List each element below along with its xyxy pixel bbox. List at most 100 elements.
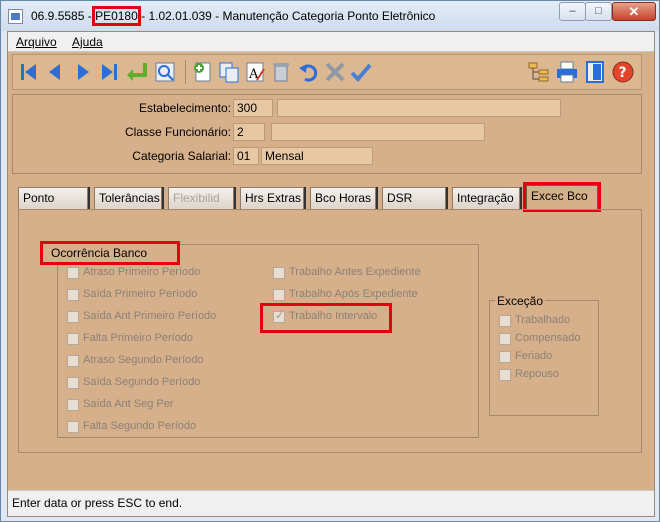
checkbox-label: Trabalhado xyxy=(515,314,571,326)
title-program-code: PE0180 xyxy=(92,6,141,26)
tab-divider xyxy=(376,187,378,209)
excecao-group-title: Exceção xyxy=(495,294,546,308)
checkbox-box xyxy=(67,333,79,345)
categoria-desc-input: Mensal xyxy=(261,147,373,165)
last-icon[interactable] xyxy=(97,60,121,84)
tab-divider xyxy=(162,187,164,209)
checkbox-box xyxy=(499,351,511,363)
menu-bar: Arquivo Ajuda xyxy=(8,32,654,52)
tab-divider xyxy=(234,187,236,209)
ocorrencia-group-title: Ocorrência Banco xyxy=(40,241,180,265)
zoom-icon[interactable] xyxy=(153,60,177,84)
app-window: 06.9.5585 - PE0180 - 1.02.01.039 - Manut… xyxy=(0,0,660,522)
tab-divider xyxy=(446,187,448,209)
checkbox-label: Feriado xyxy=(515,350,553,362)
checkbox-trabalho-intervalo[interactable]: Trabalho Intervalo xyxy=(260,303,392,333)
checkbox-label: Trabalho Após Expediente xyxy=(289,288,418,300)
checkbox-box xyxy=(67,355,79,367)
checkbox-label: Trabalho Antes Expediente xyxy=(289,266,421,278)
checkbox-box xyxy=(273,267,285,279)
estabelecimento-code-input[interactable]: 300 xyxy=(233,99,273,117)
checkbox-box xyxy=(67,311,79,323)
checkbox-label: Compensado xyxy=(515,332,581,344)
checkbox-box xyxy=(273,289,285,301)
checkbox-label: Repouso xyxy=(515,368,560,380)
window-title: 06.9.5585 - PE0180 - 1.02.01.039 - Manut… xyxy=(31,6,436,26)
svg-text:?: ? xyxy=(619,65,627,81)
title-version: 06.9.5585 - xyxy=(31,9,92,23)
tab-strip: Ponto Tolerâncias Flexibilid Hrs Extras … xyxy=(18,182,644,212)
tab-divider xyxy=(304,187,306,209)
checkbox-label: Atraso Segundo Período xyxy=(83,354,204,366)
checkbox-label: Saída Primeiro Período xyxy=(83,288,198,300)
title-description: - 1.02.01.039 - Manutenção Categoria Pon… xyxy=(141,9,436,23)
checkbox-label: Saída Segundo Período xyxy=(83,376,201,388)
tab-label: Ponto xyxy=(23,191,55,205)
checkbox-box xyxy=(499,333,511,345)
status-bar: Enter data or press ESC to end. xyxy=(8,490,654,516)
tab-label: Bco Horas xyxy=(315,191,372,205)
tab-panel-excec-bco: Ocorrência Banco Atraso Primeiro Período… xyxy=(18,209,642,453)
copy-icon[interactable] xyxy=(217,60,241,84)
tab-bco-horas[interactable]: Bco Horas xyxy=(310,187,376,209)
cancel-icon[interactable] xyxy=(323,60,347,84)
delete-icon[interactable] xyxy=(269,60,293,84)
maximize-icon: □ xyxy=(595,5,602,17)
close-icon: ✕ xyxy=(628,4,640,19)
menu-arquivo[interactable]: Arquivo xyxy=(16,35,57,49)
categoria-label: Categoria Salarial: xyxy=(132,149,231,163)
edit-icon[interactable]: A xyxy=(243,60,267,84)
minimize-button[interactable]: – xyxy=(559,2,586,21)
tab-ponto[interactable]: Ponto xyxy=(18,187,88,209)
save-icon[interactable] xyxy=(349,60,373,84)
tab-label: Flexibilid xyxy=(173,191,220,205)
checkbox-box xyxy=(499,369,511,381)
close-button[interactable]: ✕ xyxy=(612,2,656,21)
print-icon[interactable] xyxy=(555,60,579,84)
classe-code-input[interactable]: 2 xyxy=(233,123,265,141)
tab-integracao[interactable]: Integração xyxy=(452,187,520,209)
estabelecimento-label: Estabelecimento: xyxy=(138,101,231,115)
checkbox-label: Saída Ant Seg Per xyxy=(83,398,174,410)
tab-label: Hrs Extras xyxy=(245,191,302,205)
checkbox-label: Falta Segundo Período xyxy=(83,420,197,432)
checkbox-box xyxy=(67,267,79,279)
maximize-button[interactable]: □ xyxy=(585,2,612,21)
tab-divider xyxy=(520,187,522,209)
minimize-icon: – xyxy=(569,5,576,17)
checkbox-label: Falta Primeiro Período xyxy=(83,332,194,344)
undo-icon[interactable] xyxy=(297,60,321,84)
goto-icon[interactable] xyxy=(125,60,149,84)
checkbox-box xyxy=(67,289,79,301)
menu-ajuda[interactable]: Ajuda xyxy=(72,35,103,49)
tree-icon[interactable] xyxy=(527,60,551,84)
checkbox-label: Saída Ant Primeiro Período xyxy=(83,310,217,322)
exit-icon[interactable] xyxy=(583,60,607,84)
tab-label: Integração xyxy=(457,191,514,205)
first-icon[interactable] xyxy=(17,60,41,84)
tab-dsr[interactable]: DSR xyxy=(382,187,446,209)
categoria-code-input[interactable]: 01 xyxy=(233,147,259,165)
classe-desc-input xyxy=(271,123,485,141)
header-fields: Estabelecimento: 300 Classe Funcionário:… xyxy=(12,94,642,174)
tab-label: Excec Bco xyxy=(531,189,588,203)
prev-icon[interactable] xyxy=(43,60,67,84)
estabelecimento-desc-input xyxy=(277,99,561,117)
client-area: Arquivo Ajuda A ? Estabelecimento: 300 C… xyxy=(7,31,655,517)
tab-label: DSR xyxy=(387,191,413,205)
tab-hrs-extras[interactable]: Hrs Extras xyxy=(240,187,304,209)
status-text: Enter data or press ESC to end. xyxy=(12,496,183,510)
classe-label: Classe Funcionário: xyxy=(124,125,231,139)
add-icon[interactable] xyxy=(191,60,215,84)
checkmark-icon xyxy=(273,309,285,323)
next-icon[interactable] xyxy=(71,60,95,84)
tab-excec-bco[interactable]: Excec Bco xyxy=(523,182,601,212)
toolbar-separator xyxy=(185,60,186,84)
app-icon xyxy=(8,9,23,24)
tab-tolerancias[interactable]: Tolerâncias xyxy=(94,187,162,209)
help-icon[interactable]: ? xyxy=(611,60,635,84)
checkbox-box xyxy=(499,315,511,327)
checkbox-box xyxy=(67,399,79,411)
checkbox-label: Atraso Primeiro Período xyxy=(83,266,201,278)
title-bar: 06.9.5585 - PE0180 - 1.02.01.039 - Manut… xyxy=(1,1,659,31)
